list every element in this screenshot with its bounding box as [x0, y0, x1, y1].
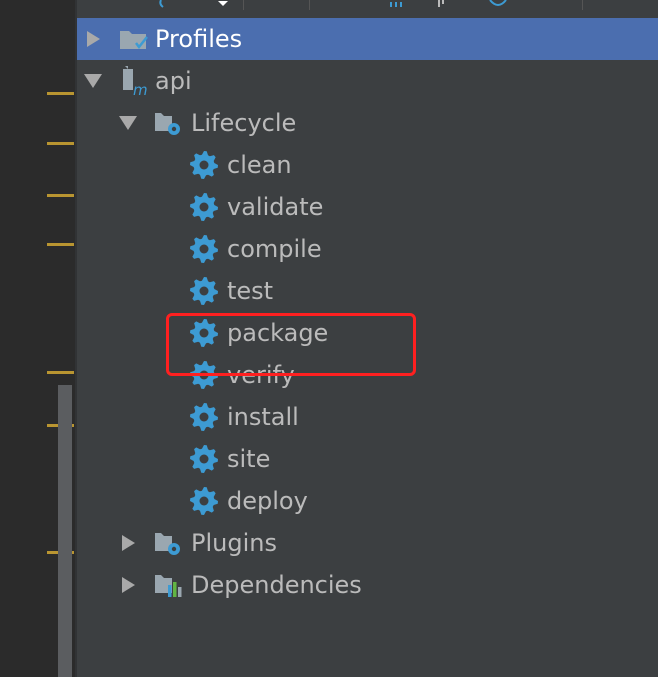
gutter-change-marker[interactable] [47, 243, 74, 246]
expand-arrow-icon[interactable] [87, 31, 100, 47]
editor-scrollbar[interactable] [58, 385, 72, 677]
lifecycle-phase-clean[interactable]: clean [77, 144, 658, 186]
tree-node-label: site [227, 445, 271, 473]
collapse-arrow-icon[interactable] [119, 116, 137, 130]
tree-node-label: Dependencies [191, 571, 362, 599]
gear-icon [190, 403, 218, 431]
tree-node-label: clean [227, 151, 292, 179]
tree-node-label: Plugins [191, 529, 277, 557]
maven-goal-icon[interactable] [389, 0, 405, 8]
lifecycle-folder-icon [155, 113, 180, 135]
tree-node-label: Lifecycle [191, 109, 297, 137]
gutter-change-marker[interactable] [47, 371, 74, 374]
svg-text:m: m [133, 81, 148, 96]
gear-icon [190, 277, 218, 305]
gutter-change-marker[interactable] [47, 92, 74, 95]
tree-node-plugins[interactable]: Plugins [77, 522, 658, 564]
gear-icon [190, 487, 218, 515]
tree-node-label: validate [227, 193, 324, 221]
tree-node-dependencies[interactable]: Dependencies [77, 564, 658, 606]
collapse-arrow-icon[interactable] [84, 74, 102, 88]
lifecycle-phase-site[interactable]: site [77, 438, 658, 480]
expand-arrow-icon[interactable] [122, 577, 135, 593]
tree-node-label: test [227, 277, 274, 305]
toggle-offline-icon[interactable] [435, 0, 447, 8]
tree-node-project[interactable]: m api [77, 60, 658, 102]
profiles-folder-icon [120, 31, 148, 50]
gutter-change-marker[interactable] [47, 142, 74, 145]
lifecycle-phase-deploy[interactable]: deploy [77, 480, 658, 522]
maven-module-icon: m [123, 66, 148, 96]
lifecycle-phase-test[interactable]: test [77, 270, 658, 312]
gear-icon [190, 193, 218, 221]
toolbar-separator [582, 0, 583, 10]
dropdown-arrow-icon[interactable] [217, 0, 229, 8]
tree-node-label: compile [227, 235, 322, 263]
toolbar-separator [243, 0, 244, 10]
maven-toolbar [77, 0, 658, 19]
expand-arrow-icon[interactable] [122, 535, 135, 551]
toolbar-separator [309, 0, 310, 10]
dependencies-folder-icon [155, 575, 182, 597]
tree-node-label: install [227, 403, 299, 431]
gear-icon [190, 445, 218, 473]
tree-node-label: api [155, 67, 192, 95]
refresh-icon[interactable] [157, 0, 177, 8]
skip-tests-icon[interactable] [487, 0, 509, 8]
lifecycle-phase-compile[interactable]: compile [77, 228, 658, 270]
gear-icon [190, 235, 218, 263]
tree-node-profiles[interactable]: Profiles [77, 18, 658, 60]
gear-icon [190, 151, 218, 179]
plugins-folder-icon [155, 533, 180, 555]
lifecycle-phase-validate[interactable]: validate [77, 186, 658, 228]
lifecycle-phase-install[interactable]: install [77, 396, 658, 438]
tree-node-label: Profiles [155, 25, 243, 53]
editor-gutter [0, 0, 75, 677]
gutter-change-marker[interactable] [47, 194, 74, 197]
tree-node-label: deploy [227, 487, 308, 515]
annotation-highlight-box [166, 313, 416, 376]
tree-node-lifecycle[interactable]: Lifecycle [77, 102, 658, 144]
